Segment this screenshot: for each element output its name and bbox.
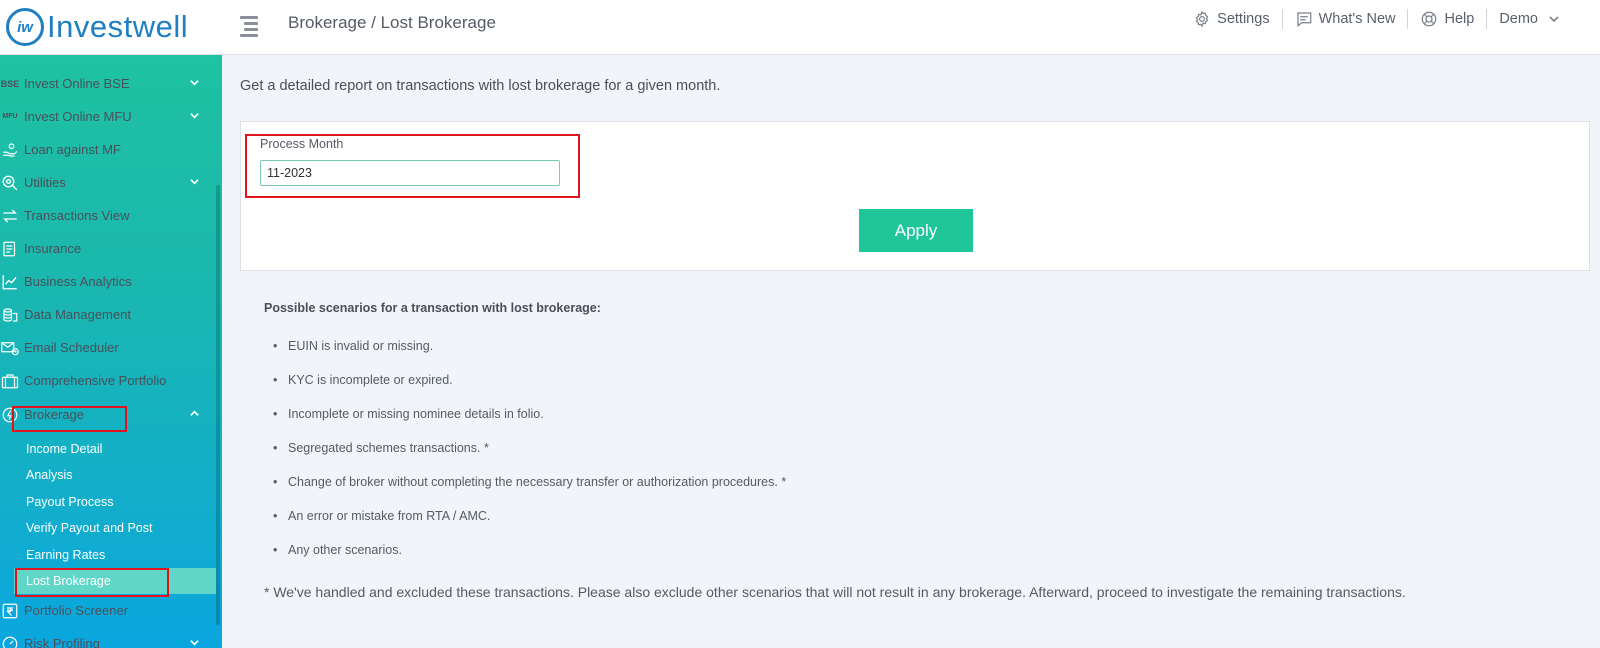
scenario-text: Segregated schemes transactions. * bbox=[288, 441, 489, 455]
sidebar-item-label: Invest Online MFU bbox=[24, 109, 132, 124]
user-name: Demo bbox=[1499, 11, 1538, 27]
top-actions: Settings What's New Help Demo bbox=[1181, 9, 1578, 29]
whats-new-link[interactable]: What's New bbox=[1281, 9, 1408, 29]
chevron-down-icon bbox=[184, 175, 204, 190]
chevron-up-icon bbox=[184, 407, 204, 422]
mail-clock-icon bbox=[0, 338, 20, 358]
search-gear-icon bbox=[0, 173, 20, 193]
sidebar-subitem-verify-payout-and-post[interactable]: Verify Payout and Post bbox=[26, 521, 152, 535]
sidebar-item-label: Email Scheduler bbox=[24, 340, 119, 355]
menu-toggle-icon[interactable] bbox=[236, 13, 262, 39]
lifebuoy-icon bbox=[1422, 11, 1437, 27]
document-icon bbox=[0, 239, 20, 259]
scenario-item: KYC is incomplete or expired. bbox=[273, 373, 453, 387]
scenario-item: Change of broker without completing the … bbox=[273, 475, 786, 489]
scenario-text: Incomplete or missing nominee details in… bbox=[288, 407, 544, 421]
scenario-item: Incomplete or missing nominee details in… bbox=[273, 407, 544, 421]
hand-coin-icon bbox=[0, 140, 20, 160]
scenario-item: Segregated schemes transactions. * bbox=[273, 441, 489, 455]
scenario-text: An error or mistake from RTA / AMC. bbox=[288, 509, 491, 523]
highlight-brokerage bbox=[12, 406, 127, 432]
chevron-down-icon bbox=[1549, 16, 1559, 23]
chat-icon bbox=[1296, 12, 1311, 27]
sidebar-item-label: Invest Online BSE bbox=[24, 76, 130, 91]
scenario-item: Any other scenarios. bbox=[273, 543, 402, 557]
settings-link[interactable]: Settings bbox=[1181, 9, 1281, 29]
scenarios-title: Possible scenarios for a transaction wit… bbox=[264, 301, 601, 315]
sidebar-subitem-analysis[interactable]: Analysis bbox=[26, 468, 73, 482]
scenario-text: KYC is incomplete or expired. bbox=[288, 373, 453, 387]
sidebar-item-risk-profiling[interactable]: Risk Profiling bbox=[0, 627, 218, 648]
sidebar-item-email-scheduler[interactable]: Email Scheduler bbox=[0, 331, 218, 364]
sidebar-item-label: Business Analytics bbox=[24, 274, 132, 289]
sidebar-subitem-income-detail[interactable]: Income Detail bbox=[26, 442, 102, 456]
sidebar-item-label: Loan against MF bbox=[24, 142, 121, 157]
sidebar-item-utilities[interactable]: Utilities bbox=[0, 166, 218, 199]
highlight-lost-brokerage bbox=[15, 568, 169, 597]
logo-mark-icon: iw bbox=[6, 8, 44, 46]
gauge-icon bbox=[0, 634, 20, 648]
sidebar-item-invest-online-bse[interactable]: BSE Invest Online BSE bbox=[0, 67, 218, 100]
sidebar-item-data-management[interactable]: Data Management bbox=[0, 298, 218, 331]
sidebar-subitem-earning-rates[interactable]: Earning Rates bbox=[26, 548, 105, 562]
sidebar-item-label: Transactions View bbox=[24, 208, 130, 223]
briefcase-icon bbox=[0, 371, 20, 391]
help-label: Help bbox=[1444, 11, 1475, 27]
user-menu[interactable]: Demo bbox=[1486, 9, 1578, 29]
breadcrumb: Brokerage / Lost Brokerage bbox=[288, 13, 496, 32]
logo-text: Investwell bbox=[47, 9, 189, 44]
help-link[interactable]: Help bbox=[1407, 9, 1486, 29]
scenario-item: An error or mistake from RTA / AMC. bbox=[273, 509, 490, 523]
sidebar-item-label: Data Management bbox=[24, 307, 131, 322]
chevron-down-icon bbox=[184, 109, 204, 124]
page-description: Get a detailed report on transactions wi… bbox=[240, 78, 721, 94]
bse-icon: BSE bbox=[0, 78, 20, 89]
chevron-down-icon bbox=[184, 636, 204, 648]
mfu-icon: MFU bbox=[2, 113, 18, 120]
sidebar-item-label: Utilities bbox=[24, 175, 66, 190]
sidebar-item-loan-against-mf[interactable]: Loan against MF bbox=[0, 133, 218, 166]
scenario-text: EUIN is invalid or missing. bbox=[288, 339, 434, 353]
line-chart-icon bbox=[0, 272, 20, 292]
gear-icon bbox=[1195, 10, 1209, 28]
sidebar-subitem-payout-process[interactable]: Payout Process bbox=[26, 495, 114, 509]
sidebar-item-label: Portfolio Screener bbox=[24, 603, 129, 618]
sidebar-item-label: Comprehensive Portfolio bbox=[24, 373, 167, 388]
chevron-down-icon bbox=[184, 76, 204, 91]
rupee-icon bbox=[0, 601, 20, 621]
whats-new-label: What's New bbox=[1318, 11, 1396, 27]
highlight-process-month bbox=[245, 134, 580, 198]
coins-stack-icon bbox=[0, 305, 20, 325]
scenario-text: Change of broker without completing the … bbox=[288, 475, 787, 489]
sidebar-item-portfolio-screener[interactable]: Portfolio Screener bbox=[0, 594, 218, 627]
sidebar-item-comprehensive-portfolio[interactable]: Comprehensive Portfolio bbox=[0, 364, 218, 397]
sidebar-item-business-analytics[interactable]: Business Analytics bbox=[0, 265, 218, 298]
sidebar-item-invest-online-mfu[interactable]: MFU Invest Online MFU bbox=[0, 100, 218, 133]
sidebar-item-label: Insurance bbox=[24, 241, 82, 256]
sidebar-item-insurance[interactable]: Insurance bbox=[0, 232, 218, 265]
logo[interactable]: iw Investwell bbox=[6, 7, 188, 47]
transfer-arrows-icon bbox=[0, 206, 20, 226]
apply-button[interactable]: Apply bbox=[859, 209, 973, 252]
scenario-text: Any other scenarios. bbox=[288, 543, 402, 557]
settings-label: Settings bbox=[1217, 11, 1270, 27]
top-bar: iw Investwell Brokerage / Lost Brokerage… bbox=[0, 0, 1600, 55]
footnote: * We've handled and excluded these trans… bbox=[264, 584, 1406, 600]
sidebar-item-label: Risk Profiling bbox=[24, 636, 100, 648]
sidebar-item-transactions-view[interactable]: Transactions View bbox=[0, 199, 218, 232]
scenario-item: EUIN is invalid or missing. bbox=[273, 339, 433, 353]
